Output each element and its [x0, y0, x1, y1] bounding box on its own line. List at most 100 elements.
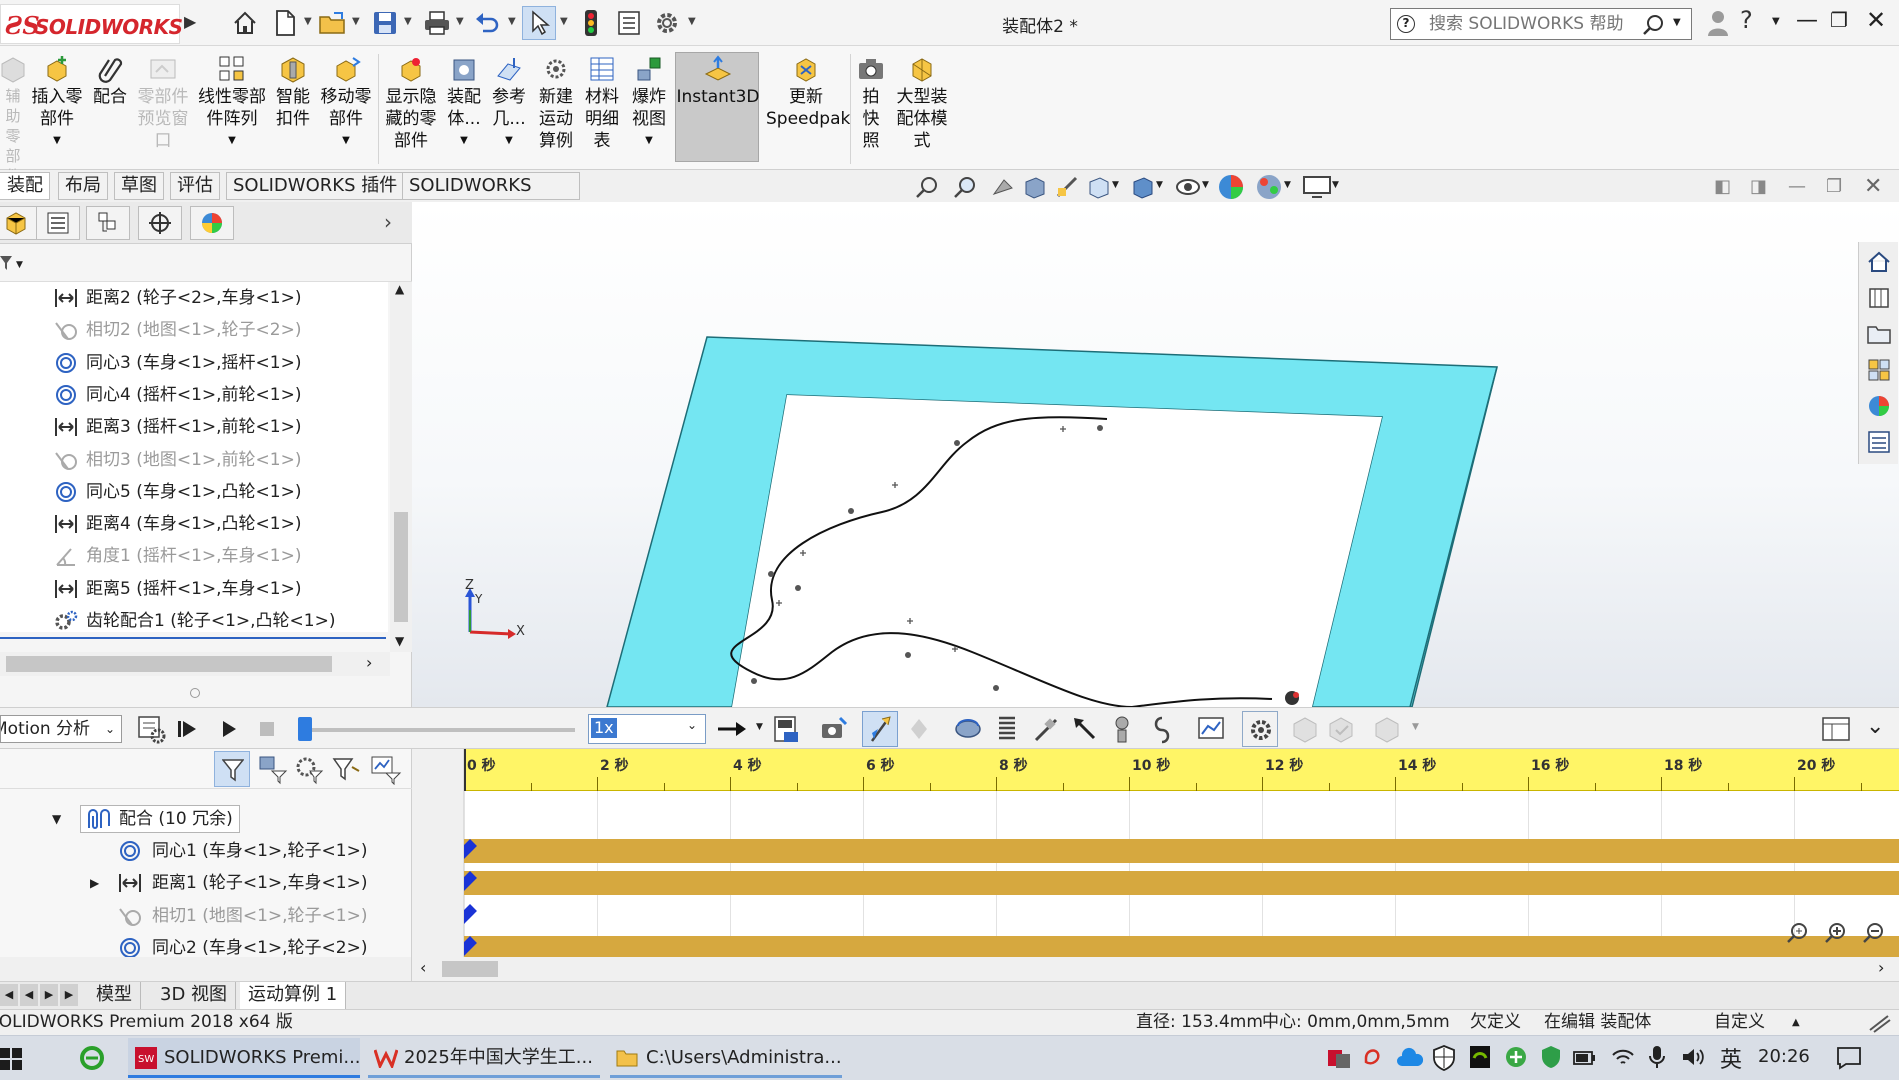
viewport-restore-icon[interactable]: ❐ — [1826, 176, 1842, 197]
chevron-down-icon[interactable]: ▼ — [1284, 180, 1291, 190]
chevron-down-icon[interactable]: ▼ — [304, 16, 312, 27]
tree-scroll-thumb[interactable] — [394, 512, 408, 622]
play-from-start-icon[interactable] — [176, 718, 200, 740]
scroll-up-icon[interactable]: ▲ — [395, 282, 404, 296]
save-animation-icon[interactable] — [772, 714, 802, 744]
filter-results-icon[interactable] — [332, 755, 362, 785]
custom-properties-icon[interactable] — [1863, 426, 1895, 458]
edit-appearance-icon[interactable] — [1216, 172, 1246, 202]
appearances-icon[interactable] — [1863, 390, 1895, 422]
chevron-down-icon[interactable]: ▼ — [352, 16, 360, 27]
results-and-plots-icon[interactable] — [1196, 714, 1228, 744]
view-palette-icon[interactable] — [1863, 354, 1895, 386]
status-units[interactable]: 自定义 — [1714, 1010, 1765, 1035]
tree-item[interactable]: 距离3 (摇杆<1>,前轮<1>) — [0, 411, 388, 443]
scroll-right-icon[interactable]: › — [366, 653, 372, 672]
chevron-down-icon[interactable]: ▼ — [456, 16, 464, 27]
expand-arrow-icon[interactable]: ▶ — [90, 867, 99, 899]
linear-pattern-button[interactable]: 线性零部件阵列 ▼ — [196, 54, 268, 152]
tree-horizontal-scrollbar[interactable]: › — [0, 652, 390, 676]
calculate-icon[interactable] — [136, 714, 166, 744]
zoom-to-fit-timeline-icon[interactable] — [1784, 919, 1814, 947]
new-document-icon[interactable] — [268, 6, 302, 40]
chevron-down-icon[interactable]: ▼ — [688, 16, 696, 27]
tray-app2-icon[interactable] — [1362, 1046, 1388, 1070]
menu-expand-icon[interactable]: ▶ — [184, 12, 196, 31]
playback-speed-select[interactable]: 1x ⌄ — [588, 714, 706, 744]
play-icon[interactable] — [218, 718, 240, 740]
chevron-down-icon[interactable]: ▼ — [16, 260, 23, 270]
motion-tree-item[interactable]: 同心1 (车身<1>,轮子<1>) — [0, 835, 412, 867]
new-motion-study-button[interactable]: 新建运动算例 — [536, 54, 576, 152]
tree-item[interactable]: 同心5 (车身<1>,凸轮<1>) — [0, 476, 388, 508]
ie-browser-icon[interactable] — [78, 1044, 106, 1072]
help-icon[interactable]: ? — [1740, 6, 1753, 34]
user-account-icon[interactable] — [1706, 8, 1730, 43]
playback-slider-track[interactable] — [305, 728, 575, 732]
chevron-down-icon[interactable]: ▼ — [505, 130, 513, 152]
battery-icon[interactable] — [1572, 1046, 1598, 1068]
chevron-down-icon[interactable]: ▼ — [508, 16, 516, 27]
file-properties-icon[interactable] — [612, 6, 646, 40]
chevron-right-icon[interactable]: › — [384, 210, 392, 234]
bom-button[interactable]: 材料明细表 — [582, 54, 622, 152]
graphics-viewport[interactable]: Z Y X — [412, 202, 1899, 707]
viewport-minimize-icon[interactable]: — — [1788, 176, 1806, 197]
clock-time[interactable]: 20:26 — [1758, 1046, 1810, 1067]
undo-icon[interactable] — [470, 6, 504, 40]
scroll-down-icon[interactable]: ▼ — [395, 634, 404, 648]
insert-component-button[interactable]: 插入零部件 ▼ — [30, 54, 84, 152]
save-icon[interactable] — [368, 6, 402, 40]
chevron-down-icon[interactable]: ▼ — [1156, 180, 1163, 190]
configuration-tab-icon[interactable] — [86, 206, 130, 240]
zoom-in-icon[interactable] — [1822, 919, 1852, 947]
minimize-icon[interactable]: — — [1796, 8, 1818, 33]
property-manager-tab-icon[interactable] — [36, 206, 80, 240]
zoom-area-icon[interactable] — [952, 174, 978, 200]
tree-item[interactable]: 距离2 (轮子<2>,车身<1>) — [0, 282, 388, 314]
large-assembly-mode-button[interactable]: 大型装配体模式 — [892, 54, 952, 152]
instant3d-button[interactable]: Instant3D — [676, 54, 760, 108]
motor-icon[interactable] — [952, 716, 984, 742]
chevron-down-icon[interactable]: ⌄ — [105, 716, 115, 742]
microphone-icon[interactable] — [1648, 1044, 1666, 1070]
move-component-button[interactable]: 移动零部件 ▼ — [318, 54, 374, 152]
tree-filter-bar[interactable]: ▼ — [0, 244, 412, 282]
timeline-horizontal-scrollbar[interactable]: ‹ › — [412, 957, 1899, 981]
view-settings-icon[interactable] — [1302, 174, 1332, 200]
prev-tab-icon[interactable]: ◀ — [20, 984, 38, 1006]
nvidia-icon[interactable] — [1468, 1044, 1492, 1070]
help-search-box[interactable]: ? ▼ — [1390, 8, 1692, 40]
print-icon[interactable] — [420, 6, 454, 40]
home-icon[interactable] — [228, 6, 262, 40]
next-tab-icon[interactable]: ▶ — [40, 984, 58, 1006]
snapshot-button[interactable]: 拍快照 — [856, 54, 886, 152]
time-ruler[interactable]: 0 秒 2 秒 4 秒 6 秒 8 秒 10 秒 12 秒 14 秒 16 秒 18 秒 20 秒 — [464, 749, 1899, 791]
tree-item[interactable]: 距离5 (摇杆<1>,车身<1>) — [0, 573, 388, 605]
chevron-down-icon[interactable]: ▼ — [228, 130, 236, 152]
tree-item[interactable]: 相切3 (地图<1>,前轮<1>) — [0, 444, 388, 476]
view-orientation-icon[interactable] — [1086, 174, 1112, 200]
tree-item[interactable]: 距离4 (车身<1>,凸轮<1>) — [0, 508, 388, 540]
hide-show-items-icon[interactable] — [1174, 174, 1202, 200]
tab-addins[interactable]: SOLIDWORKS 插件 — [226, 172, 405, 200]
tree-item[interactable]: 同心3 (车身<1>,摇杆<1>) — [0, 347, 388, 379]
model-view[interactable] — [412, 202, 1899, 707]
gravity-icon[interactable] — [1150, 714, 1174, 744]
display-style-icon[interactable] — [1130, 174, 1156, 200]
splitter-handle[interactable] — [190, 688, 200, 698]
stop-icon[interactable] — [258, 720, 276, 738]
tree-vertical-scrollbar[interactable]: ▲ ▼ — [390, 282, 412, 652]
taskbar-explorer[interactable]: C:\Users\Administra... — [610, 1038, 842, 1078]
file-explorer-icon[interactable] — [1863, 318, 1895, 350]
design-library-icon[interactable] — [1863, 282, 1895, 314]
tree-hscroll-thumb[interactable] — [6, 656, 332, 672]
component-preview-button[interactable]: 零部件预览窗口 — [136, 54, 190, 152]
zoom-out-icon[interactable] — [1860, 919, 1890, 947]
open-folder-icon[interactable] — [316, 6, 350, 40]
chevron-down-icon[interactable]: ▼ — [756, 722, 763, 732]
chevron-down-icon[interactable]: ▼ — [1332, 180, 1339, 190]
zoom-to-fit-icon[interactable] — [914, 174, 940, 200]
wifi-icon[interactable] — [1610, 1046, 1636, 1068]
tree-item[interactable]: 齿轮配合1 (轮子<1>,凸轮<1>) — [0, 605, 388, 637]
